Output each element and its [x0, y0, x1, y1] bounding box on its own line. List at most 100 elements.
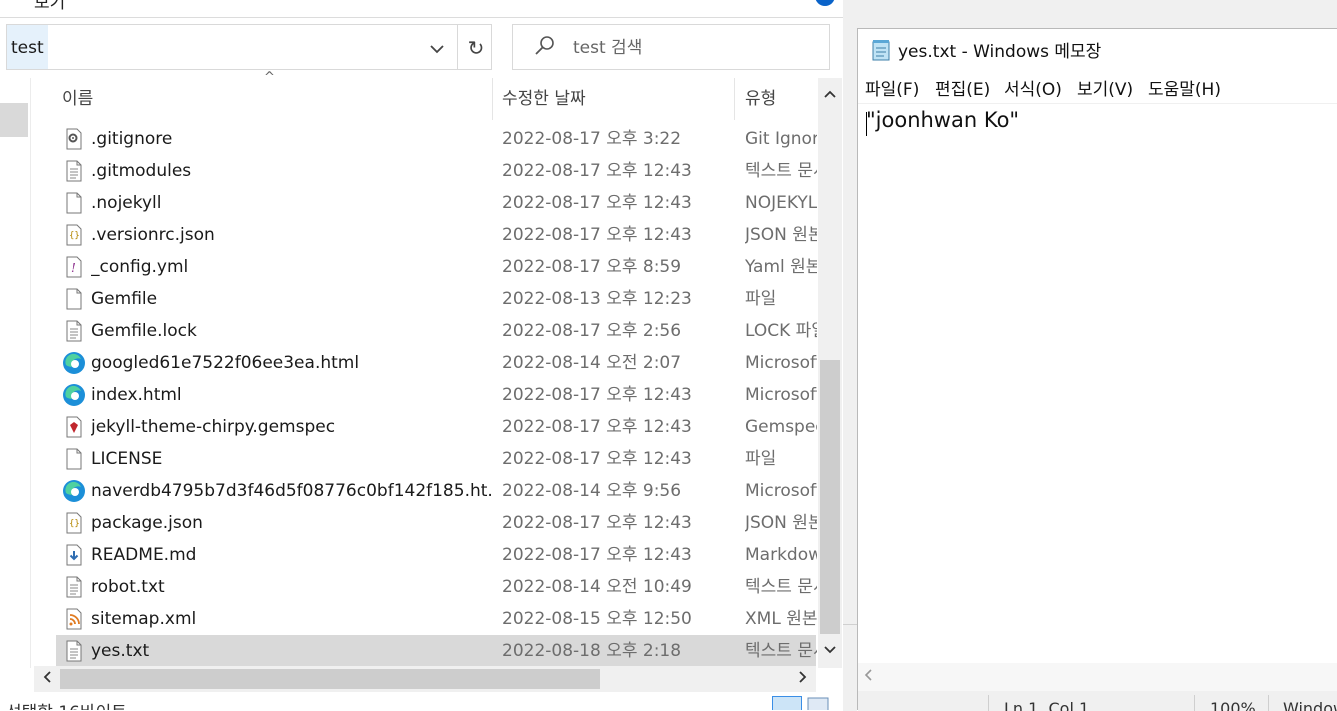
file-name[interactable]: index.html	[91, 379, 491, 411]
file-name[interactable]: package.json	[91, 507, 491, 539]
file-row[interactable]: README.md 2022-08-17 오후 12:43 Markdown	[56, 539, 817, 571]
address-bar[interactable]: test ↻	[6, 24, 492, 70]
svg-text:{}: {}	[69, 231, 80, 241]
file-name[interactable]: naverdb4795b7d3f46d5f08776c0bf142f185.ht…	[91, 475, 491, 507]
file-date: 2022-08-14 오전 10:49	[502, 577, 692, 597]
file-name[interactable]: .gitmodules	[91, 155, 491, 187]
text-file-icon	[62, 639, 86, 663]
file-row[interactable]: .gitignore 2022-08-17 오후 3:22 Git Ignore	[56, 123, 817, 155]
file-name[interactable]: Gemfile.lock	[91, 315, 491, 347]
large-icons-view-icon[interactable]	[806, 696, 830, 710]
refresh-icon[interactable]: ↻	[459, 25, 493, 69]
file-date: 2022-08-17 오후 12:43	[502, 545, 692, 565]
column-type[interactable]: 유형	[745, 78, 776, 120]
ribbon-divider	[0, 17, 843, 18]
file-row[interactable]: {} package.json 2022-08-17 오후 12:43 JSON 원본	[56, 507, 817, 539]
file-name[interactable]: sitemap.xml	[91, 603, 491, 635]
file-name[interactable]: .versionrc.json	[91, 219, 491, 251]
search-icon	[535, 36, 554, 55]
file-row[interactable]: index.html 2022-08-17 오후 12:43 Microsoft E…	[56, 379, 817, 411]
chevron-down-icon[interactable]: ⌄	[786, 0, 798, 4]
file-date: 2022-08-17 오후 12:43	[502, 193, 692, 213]
menu-format[interactable]: 서식(O)	[1004, 73, 1062, 107]
file-name[interactable]: jekyll-theme-chirpy.gemspec	[91, 411, 491, 443]
file-name[interactable]: _config.yml	[91, 251, 491, 283]
vertical-scroll-thumb[interactable]	[820, 360, 840, 634]
file-date: 2022-08-17 오후 8:59	[502, 257, 682, 277]
scroll-right-icon[interactable]	[790, 666, 816, 692]
scroll-down-icon[interactable]	[818, 638, 842, 662]
ribbon-tab-view[interactable]: 보기	[34, 0, 65, 13]
text-editor[interactable]: "joonhwan Ko"	[858, 104, 1337, 669]
file-date: 2022-08-14 오후 9:56	[502, 481, 682, 501]
horizontal-scrollbar[interactable]	[34, 666, 816, 692]
text-file-icon	[62, 159, 86, 183]
column-date[interactable]: 수정한 날짜	[502, 78, 586, 120]
ribbon-tabs: 보기 ⌄ ?	[0, 0, 843, 18]
file-date: 2022-08-17 오후 2:56	[502, 321, 682, 341]
yaml-file-icon: !	[62, 255, 86, 279]
menu-help[interactable]: 도움말(H)	[1148, 73, 1221, 107]
notepad-status-bar: Ln 1, Col 1 100% Windows (CRLF)	[858, 691, 1337, 711]
file-type: JSON 원본	[745, 513, 817, 533]
file-name[interactable]: Gemfile	[91, 283, 491, 315]
blank-file-icon	[62, 191, 86, 215]
editor-content[interactable]: "joonhwan Ko"	[866, 108, 1019, 132]
file-row[interactable]: yes.txt 2022-08-18 오후 2:18 텍스트 문서	[56, 635, 817, 667]
file-type: XML 원본	[745, 609, 817, 629]
pane-divider[interactable]	[30, 78, 31, 668]
file-row[interactable]: ! _config.yml 2022-08-17 오후 8:59 Yaml 원본	[56, 251, 817, 283]
file-row[interactable]: Gemfile.lock 2022-08-17 오후 2:56 LOCK 파일	[56, 315, 817, 347]
svg-text:{}: {}	[69, 519, 80, 529]
text-caret	[866, 112, 867, 136]
text-file-icon	[62, 575, 86, 599]
file-row[interactable]: .gitmodules 2022-08-17 오후 12:43 텍스트 문서	[56, 155, 817, 187]
column-divider[interactable]	[734, 78, 735, 120]
file-row[interactable]: jekyll-theme-chirpy.gemspec 2022-08-17 오후…	[56, 411, 817, 443]
file-name[interactable]: .nojekyll	[91, 187, 491, 219]
menu-edit[interactable]: 편집(E)	[935, 73, 990, 107]
file-name[interactable]: yes.txt	[91, 635, 491, 667]
notepad-icon	[872, 40, 890, 61]
file-row[interactable]: LICENSE 2022-08-17 오후 12:43 파일	[56, 443, 816, 475]
file-name[interactable]: README.md	[91, 539, 491, 571]
help-icon[interactable]: ?	[815, 0, 835, 6]
status-bar: 선택함 16바이트	[0, 694, 843, 710]
file-name[interactable]: LICENSE	[91, 443, 491, 475]
search-box[interactable]: test 검색	[512, 24, 830, 70]
details-view-icon[interactable]	[772, 696, 802, 710]
file-row[interactable]: naverdb4795b7d3f46d5f08776c0bf142f185.ht…	[56, 475, 817, 507]
file-row[interactable]: {} .versionrc.json 2022-08-17 오후 12:43 JSON…	[56, 219, 817, 251]
vertical-scrollbar[interactable]	[818, 78, 842, 668]
rss-file-icon	[62, 607, 86, 631]
file-type: Microsoft Edge	[745, 385, 817, 405]
menu-file[interactable]: 파일(F)	[865, 73, 919, 107]
file-row[interactable]: googled61e7522f06ee3ea.html 2022-08-14 오전…	[56, 347, 817, 379]
scroll-left-icon[interactable]	[34, 666, 60, 692]
file-row[interactable]: robot.txt 2022-08-14 오전 10:49 텍스트 문서	[56, 571, 817, 603]
file-type: Microsoft Edge	[745, 481, 817, 501]
file-name[interactable]: googled61e7522f06ee3ea.html	[91, 347, 491, 379]
status-divider	[988, 695, 989, 711]
file-date: 2022-08-17 오후 12:43	[502, 385, 692, 405]
file-row[interactable]: Gemfile 2022-08-13 오후 12:23 파일	[56, 283, 816, 315]
column-name[interactable]: 이름	[62, 78, 93, 120]
horizontal-scroll-thumb[interactable]	[60, 669, 600, 689]
title-bar[interactable]: yes.txt - Windows 메모장	[858, 29, 1337, 71]
navigation-selected-item[interactable]	[0, 103, 28, 137]
menu-view[interactable]: 보기(V)	[1077, 73, 1133, 107]
address-segment[interactable]: test	[7, 25, 48, 69]
scroll-up-icon[interactable]	[818, 82, 842, 106]
menu-bar: 파일(F) 편집(E) 서식(O) 보기(V) 도움말(H)	[858, 73, 1337, 103]
file-name[interactable]: robot.txt	[91, 571, 491, 603]
notepad-horizontal-scrollbar[interactable]	[858, 663, 1337, 691]
column-divider[interactable]	[492, 78, 493, 120]
file-row[interactable]: sitemap.xml 2022-08-15 오후 12:50 XML 원본	[56, 603, 817, 635]
blank-file-icon	[62, 447, 86, 471]
scroll-left-icon[interactable]	[864, 663, 872, 691]
file-name[interactable]: .gitignore	[91, 123, 491, 155]
chevron-down-icon[interactable]	[419, 25, 455, 69]
file-type: 파일	[745, 449, 777, 469]
file-row[interactable]: .nojekyll 2022-08-17 오후 12:43 NOJEKYLL	[56, 187, 817, 219]
svg-text:!: !	[71, 261, 76, 275]
